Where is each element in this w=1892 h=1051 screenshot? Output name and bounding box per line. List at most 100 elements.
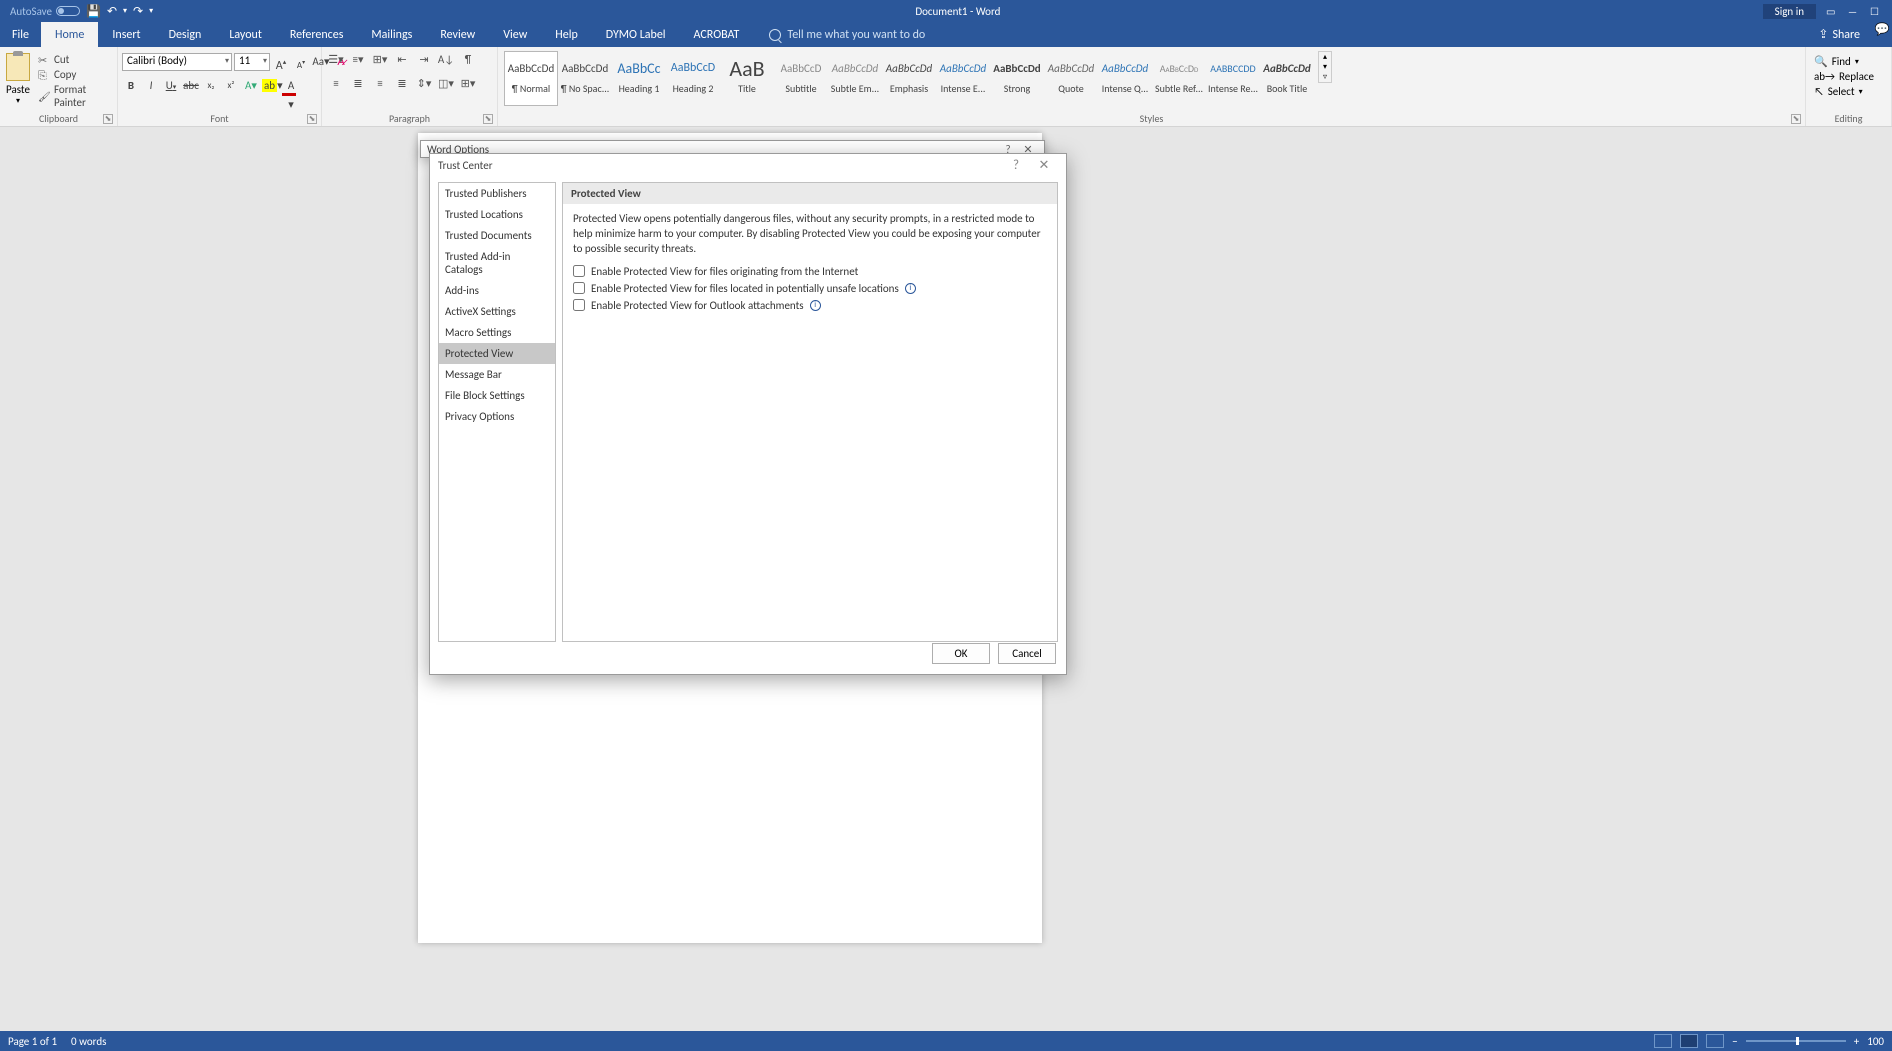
save-icon[interactable]: 💾 bbox=[86, 4, 101, 19]
replace-button[interactable]: ab→Replace bbox=[1814, 70, 1874, 83]
style-item[interactable]: AABBCCDDIntense Re... bbox=[1206, 51, 1260, 106]
tab-dymo[interactable]: DYMO Label bbox=[592, 22, 680, 47]
paragraph-launcher[interactable]: ⬊ bbox=[483, 114, 493, 124]
style-item[interactable]: AaBbCcHeading 1 bbox=[612, 51, 666, 106]
bullets-button[interactable]: ☰▾ bbox=[326, 53, 346, 71]
select-button[interactable]: ↖Select▾ bbox=[1814, 85, 1874, 98]
style-item[interactable]: AaBbCcDdSubtle Ref... bbox=[1152, 51, 1206, 106]
style-item[interactable]: AaBTitle bbox=[720, 51, 774, 106]
highlight-button[interactable]: ab▾ bbox=[262, 77, 280, 95]
underline-button[interactable]: U▾ bbox=[162, 77, 180, 95]
print-layout-button[interactable] bbox=[1680, 1034, 1698, 1048]
minimize-icon[interactable]: — bbox=[1848, 5, 1860, 17]
shrink-font-button[interactable]: A▾ bbox=[292, 53, 310, 71]
checkbox-outlook[interactable] bbox=[573, 299, 585, 311]
find-button[interactable]: 🔍Find▾ bbox=[1814, 55, 1874, 68]
comments-icon[interactable]: 💬 bbox=[1872, 22, 1892, 47]
increase-indent-button[interactable]: ⇥ bbox=[414, 53, 434, 71]
tab-design[interactable]: Design bbox=[155, 22, 216, 47]
tc-nav-item[interactable]: Trusted Publishers bbox=[439, 183, 555, 204]
decrease-indent-button[interactable]: ⇤ bbox=[392, 53, 412, 71]
tc-nav-item[interactable]: Trusted Locations bbox=[439, 204, 555, 225]
italic-button[interactable]: I bbox=[142, 77, 160, 95]
bold-button[interactable]: B bbox=[122, 77, 140, 95]
grow-font-button[interactable]: A▴ bbox=[272, 53, 290, 71]
share-button[interactable]: ⇪ Share bbox=[1806, 22, 1872, 47]
word-count[interactable]: 0 words bbox=[71, 1035, 106, 1048]
style-item[interactable]: AaBbCcDd¶ Normal bbox=[504, 51, 558, 106]
tc-nav-item[interactable]: Add-ins bbox=[439, 280, 555, 301]
numbering-button[interactable]: ≡▾ bbox=[348, 53, 368, 71]
tc-nav-item[interactable]: Macro Settings bbox=[439, 322, 555, 343]
strikethrough-button[interactable]: abc bbox=[182, 77, 200, 95]
autosave-toggle[interactable]: AutoSave bbox=[10, 5, 80, 18]
style-item[interactable]: AaBbCcDdIntense Q... bbox=[1098, 51, 1152, 106]
zoom-in-button[interactable]: + bbox=[1854, 1035, 1859, 1048]
borders-button[interactable]: ⊞▾ bbox=[458, 77, 478, 95]
styles-more-button[interactable]: ▴▾▿ bbox=[1318, 51, 1332, 83]
check-outlook-attachments[interactable]: Enable Protected View for Outlook attach… bbox=[563, 297, 1057, 314]
style-item[interactable]: AaBbCcDdIntense E... bbox=[936, 51, 990, 106]
font-color-button[interactable]: A▾ bbox=[282, 77, 300, 95]
checkbox-unsafe[interactable] bbox=[573, 282, 585, 294]
font-launcher[interactable]: ⬊ bbox=[307, 114, 317, 124]
web-layout-button[interactable] bbox=[1706, 1034, 1724, 1048]
cancel-button[interactable]: Cancel bbox=[998, 643, 1056, 664]
tab-acrobat[interactable]: ACROBAT bbox=[680, 22, 754, 47]
sort-button[interactable]: A↓ bbox=[436, 53, 456, 71]
zoom-out-button[interactable]: − bbox=[1732, 1035, 1737, 1048]
style-item[interactable]: AaBbCcDdEmphasis bbox=[882, 51, 936, 106]
copy-button[interactable]: Copy bbox=[36, 68, 113, 81]
align-center-button[interactable]: ≣ bbox=[348, 77, 368, 95]
dialog-help-icon[interactable]: ? bbox=[1002, 158, 1030, 173]
zoom-slider[interactable] bbox=[1746, 1040, 1846, 1042]
cut-button[interactable]: Cut bbox=[36, 53, 113, 66]
shading-button[interactable]: ◫▾ bbox=[436, 77, 456, 95]
clipboard-launcher[interactable]: ⬊ bbox=[103, 114, 113, 124]
tc-nav-item[interactable]: Trusted Documents bbox=[439, 225, 555, 246]
check-unsafe-locations[interactable]: Enable Protected View for files located … bbox=[563, 280, 1057, 297]
read-mode-button[interactable] bbox=[1654, 1034, 1672, 1048]
tab-view[interactable]: View bbox=[489, 22, 541, 47]
tc-nav-item[interactable]: Privacy Options bbox=[439, 406, 555, 427]
tab-help[interactable]: Help bbox=[541, 22, 592, 47]
tc-nav-item[interactable]: Trusted Add-in Catalogs bbox=[439, 246, 555, 280]
style-item[interactable]: AaBbCcDHeading 2 bbox=[666, 51, 720, 106]
tab-home[interactable]: Home bbox=[41, 22, 98, 47]
signin-button[interactable]: Sign in bbox=[1763, 4, 1816, 19]
superscript-button[interactable]: x² bbox=[222, 77, 240, 95]
line-spacing-button[interactable]: ⇕▾ bbox=[414, 77, 434, 95]
ribbon-display-icon[interactable]: ▭ bbox=[1826, 5, 1838, 17]
tc-nav-item[interactable]: File Block Settings bbox=[439, 385, 555, 406]
maximize-icon[interactable]: ☐ bbox=[1870, 5, 1882, 17]
ok-button[interactable]: OK bbox=[932, 643, 990, 664]
align-left-button[interactable]: ≡ bbox=[326, 77, 346, 95]
align-right-button[interactable]: ≡ bbox=[370, 77, 390, 95]
style-item[interactable]: AaBbCcDdSubtle Em... bbox=[828, 51, 882, 106]
styles-gallery[interactable]: AaBbCcDd¶ NormalAaBbCcDd¶ No Spac...AaBb… bbox=[504, 51, 1314, 106]
multilevel-list-button[interactable]: ⊞▾ bbox=[370, 53, 390, 71]
style-item[interactable]: AaBbCcDdBook Title bbox=[1260, 51, 1314, 106]
font-size-select[interactable]: 11 bbox=[234, 53, 270, 71]
justify-button[interactable]: ≣ bbox=[392, 77, 412, 95]
undo-dropdown-icon[interactable]: ▾ bbox=[123, 6, 127, 16]
text-effects-button[interactable]: A▾ bbox=[242, 77, 260, 95]
check-internet-files[interactable]: Enable Protected View for files originat… bbox=[563, 263, 1057, 280]
tab-mailings[interactable]: Mailings bbox=[357, 22, 426, 47]
tc-nav-item[interactable]: Message Bar bbox=[439, 364, 555, 385]
info-icon[interactable]: i bbox=[810, 300, 821, 311]
info-icon[interactable]: i bbox=[905, 283, 916, 294]
tab-insert[interactable]: Insert bbox=[98, 22, 154, 47]
dialog-close-icon[interactable]: ✕ bbox=[1030, 158, 1058, 173]
undo-icon[interactable]: ↶ bbox=[107, 4, 117, 19]
format-painter-button[interactable]: Format Painter bbox=[36, 83, 113, 109]
tc-nav-item[interactable]: ActiveX Settings bbox=[439, 301, 555, 322]
tell-me-search[interactable]: Tell me what you want to do bbox=[753, 22, 1806, 47]
font-name-select[interactable]: Calibri (Body) bbox=[122, 53, 232, 71]
show-marks-button[interactable]: ¶ bbox=[458, 53, 478, 71]
tab-file[interactable]: File bbox=[0, 22, 41, 47]
subscript-button[interactable]: x₂ bbox=[202, 77, 220, 95]
redo-icon[interactable]: ↷ bbox=[133, 4, 143, 19]
style-item[interactable]: AaBbCcDd¶ No Spac... bbox=[558, 51, 612, 106]
style-item[interactable]: AaBbCcDSubtitle bbox=[774, 51, 828, 106]
